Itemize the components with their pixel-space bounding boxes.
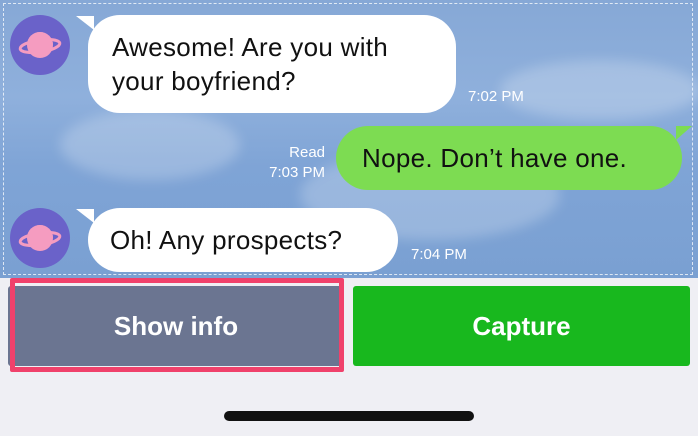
message-text-line: your boyfriend? bbox=[112, 66, 296, 96]
message-bubble-incoming[interactable]: Oh! Any prospects? bbox=[88, 208, 398, 272]
chat-capture-area[interactable]: Awesome! Are you with your boyfriend? 7:… bbox=[0, 0, 698, 278]
bubble-tail bbox=[676, 126, 692, 140]
read-receipt: Read bbox=[289, 144, 325, 161]
planet-icon bbox=[18, 225, 62, 251]
background-cloud bbox=[500, 60, 698, 120]
show-info-highlight bbox=[10, 278, 344, 372]
message-text: Nope. Don’t have one. bbox=[362, 143, 628, 173]
planet-icon bbox=[18, 32, 62, 58]
message-text: Oh! Any prospects? bbox=[110, 225, 343, 255]
bubble-tail bbox=[76, 209, 94, 223]
capture-label: Capture bbox=[472, 310, 571, 341]
message-text-line: Awesome! Are you with bbox=[112, 32, 389, 62]
avatar[interactable] bbox=[10, 15, 70, 75]
message-bubble-outgoing[interactable]: Nope. Don’t have one. bbox=[336, 126, 682, 190]
message-bubble-incoming[interactable]: Awesome! Are you with your boyfriend? bbox=[88, 15, 456, 113]
background-cloud bbox=[60, 110, 240, 180]
message-time: 7:04 PM bbox=[411, 246, 467, 263]
capture-screen: Awesome! Are you with your boyfriend? 7:… bbox=[0, 0, 698, 436]
avatar[interactable] bbox=[10, 208, 70, 268]
bubble-tail bbox=[76, 16, 94, 30]
capture-button[interactable]: Capture bbox=[353, 286, 690, 366]
home-indicator[interactable] bbox=[224, 411, 474, 421]
message-time: 7:02 PM bbox=[468, 88, 524, 105]
message-time: 7:03 PM bbox=[269, 164, 325, 181]
